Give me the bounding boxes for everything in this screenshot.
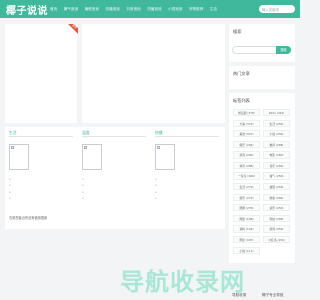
widget-title: 搜索 [233, 29, 242, 34]
main-nav: 首页 暑气追追 暑假追追 热播追追 抖音追追 热播追追 小视追追 好物推荐 生活 [50, 0, 224, 18]
nav-item[interactable]: 暑气追追 [64, 0, 78, 18]
tag-link[interactable]: 健康 (264) [263, 193, 290, 201]
tag-link[interactable]: 暑假 (256) [263, 183, 290, 191]
tag-link[interactable]: 游戏 (256) [263, 225, 290, 233]
category-panel [5, 127, 225, 229]
nav-item[interactable]: 暑假追追 [85, 0, 99, 18]
tag-link[interactable]: 刚刚 (276) [233, 204, 260, 212]
nav-item[interactable]: 生活 [210, 0, 217, 18]
bullet-list: • • • • [82, 177, 84, 201]
tag-link[interactable]: 电影 (260) [263, 151, 290, 159]
broken-image[interactable] [155, 144, 175, 170]
site-logo[interactable]: 椰子说说 [6, 2, 48, 17]
header-search-placeholder: 输入关键词 [262, 7, 279, 12]
widget-title: 标签列表 [233, 98, 250, 103]
watermark-logo: 导航收录网 [120, 268, 245, 296]
nav-item[interactable]: 热播追追 [105, 0, 119, 18]
nav-item[interactable]: 热播追追 [147, 0, 161, 18]
nav-item-home[interactable]: 首页 [50, 0, 57, 18]
tag-link[interactable]: 明星 (187) [233, 235, 260, 244]
nav-item[interactable]: 小视追追 [168, 0, 182, 18]
tag-link[interactable]: 网络 (198) [233, 214, 260, 222]
sticky-ribbon: 置顶 [68, 24, 78, 34]
tag-link[interactable]: 生活 (256) [263, 119, 290, 127]
tag-link[interactable]: 小红书 (156) [263, 235, 290, 244]
tag-link[interactable]: 美食 (327) [233, 130, 260, 138]
tag-link[interactable]: 娱乐 (273) [233, 193, 260, 201]
nav-item[interactable]: 好物推荐 [189, 0, 203, 18]
notice-text: 去到您最近有没有使用搜索 [9, 216, 48, 220]
tag-link[interactable]: 音乐 (256) [263, 161, 290, 170]
search-button[interactable]: 搜索 [276, 46, 291, 54]
tag-cloud: 想追剧 (378) 2021 (422) 大事 (372) 生活 (256) 美… [233, 109, 290, 254]
hot-posts-widget [229, 66, 295, 89]
tag-link[interactable]: 游戏 (290) [233, 151, 260, 159]
tag-link[interactable]: 体育 (288) [233, 161, 260, 170]
watermark-sub-right: 椰子专业导航 [262, 293, 284, 297]
bullet-list: • • • • [9, 177, 11, 201]
broken-image-icon [83, 145, 87, 149]
tag-link[interactable]: 小说 (111) [233, 246, 260, 254]
bullet-list: • • • • [155, 177, 157, 201]
tag-link[interactable]: 生活 (279) [233, 183, 260, 191]
tag-link[interactable]: 大事 (372) [233, 119, 260, 127]
nav-item[interactable]: 抖音追追 [126, 0, 140, 18]
tag-link[interactable]: 暑气 (256) [263, 172, 290, 180]
tag-link[interactable]: 推荐 (268) [263, 140, 290, 148]
watermark-sub-left: 导航收录 [232, 293, 247, 297]
featured-post-card[interactable] [82, 24, 225, 123]
broken-image[interactable] [9, 144, 29, 170]
header-search-input[interactable]: 输入关键词 [259, 5, 295, 13]
widget-title: 热门文章 [233, 71, 250, 76]
tag-link[interactable]: 一家亲 (266) [233, 172, 260, 180]
broken-image-icon [10, 145, 14, 149]
tag-link[interactable]: 想追剧 (378) [233, 109, 260, 117]
tag-link[interactable]: 资料 (194) [233, 225, 260, 233]
tag-link[interactable]: 2021 (422) [263, 109, 290, 117]
broken-image[interactable] [82, 144, 102, 170]
tag-link[interactable]: 小说 (256) [263, 130, 290, 138]
tag-link[interactable]: 科技 (268) [263, 214, 290, 222]
post-card[interactable] [5, 24, 77, 123]
tag-link[interactable]: 资讯 (256) [263, 204, 290, 212]
broken-image-icon [156, 145, 160, 149]
tag-link[interactable]: 娱乐 (294) [233, 140, 260, 148]
